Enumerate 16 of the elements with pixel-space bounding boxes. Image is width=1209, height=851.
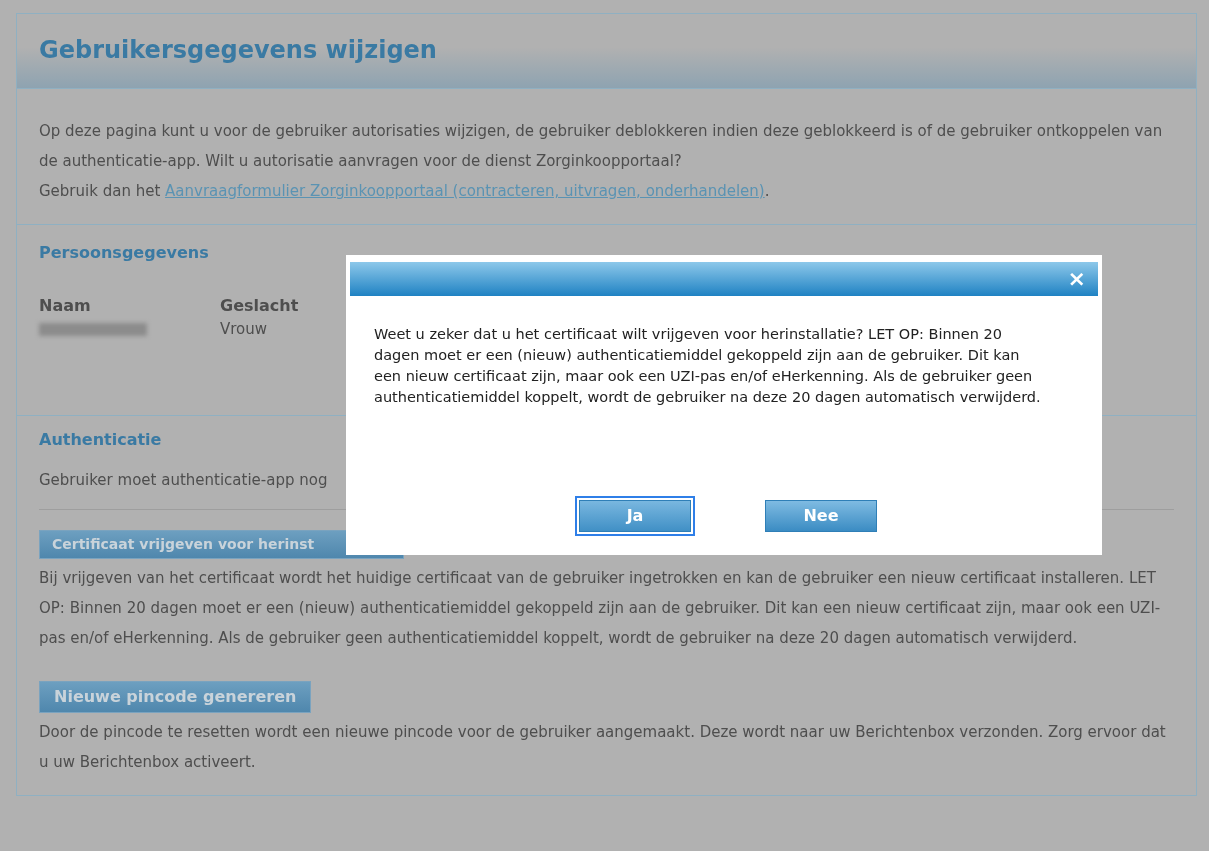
field-label: Naam (39, 295, 91, 318)
field-value: Vrouw (220, 319, 268, 341)
dialog-button[interactable]: Ja (575, 496, 695, 536)
section-heading: Persoonsgegevens (39, 243, 210, 263)
section-heading: Authenticatie (39, 430, 163, 450)
action-button[interactable]: Nieuwe pincode genereren (39, 681, 312, 714)
intro-paragraph: Op deze pagina kunt u voor de gebruiker autorisaties wijzigen, de gebruiker deblokkeren indien deze geblokkeerd is of de gebruiker ontkoppelen van de authenticatie-app. Wilt u autorisatie aanvragen voor de dienst Zorginkoopportaal? Gebruik dan het Aanvraagformulier Zorginkoopportaal (contracteren, uitvragen, onderhandelen). (39, 121, 1164, 202)
form-link[interactable]: Aanvraagformulier Zorginkoopportaal (contracteren, uitvragen, onderhandelen) (165, 182, 765, 200)
description-text: Door de pincode te resetten wordt een nieuwe pincode voor de gebruiker aangemaakt. Deze wordt naar uw Berichtenbox verzonden. Zorg ervoor dat u uw Berichtenbox activeert. (39, 722, 1167, 774)
page-title: Gebruikersgegevens wijzigen (39, 36, 438, 65)
close-button[interactable]: × (1067, 268, 1086, 290)
field-label: Geslacht (220, 295, 299, 318)
dialog-message: Weet u zeker dat u het certificaat wilt vrijgeven voor herinstallatie? LET OP: Binnen 20 dagen moet er een (nieuw) authenticatiemiddel gekoppeld zijn aan de gebruiker. Dit kan een nieuw certificaat zijn, maar ook een UZI-pas en/of eHerkenning. Als de gebruiker geen authenticatiemiddel koppelt, wordt de gebruiker na deze 20 dagen automatisch verwijderd. (373, 325, 1042, 407)
description-text: Bij vrijgeven van het certificaat wordt het huidige certificaat van de gebruiker ingetrokken en kan de gebruiker een nieuw certificaat installeren. LET OP: Binnen 20 dagen moet er een (nieuw) authenticatiemiddel gekoppeld zijn aan de gebruiker. Dit kan een nieuw certificaat zijn, maar ook een UZI-pas en/of eHerkenning. Als de gebruiker geen authenticatiemiddel koppelt, wordt de gebruiker na deze 20 dagen automatisch verwijderd. (39, 568, 1162, 650)
status-text: Gebruiker moet authenticatie-app nog (39, 470, 329, 492)
dialog-button[interactable]: Nee (765, 500, 877, 532)
